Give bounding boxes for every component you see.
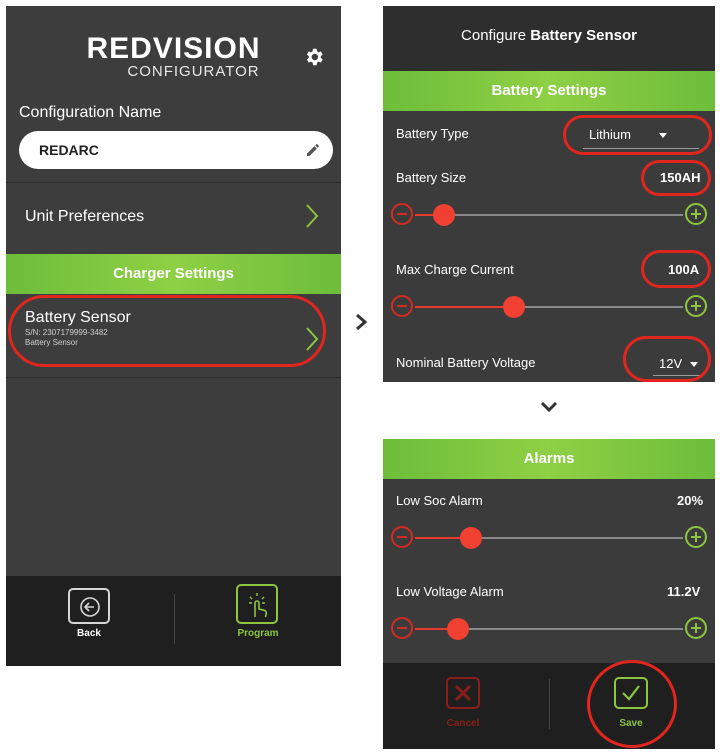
page-title: Configure Battery Sensor [383,6,715,72]
configuration-name-field[interactable]: REDARC [19,131,333,169]
highlight-oval [587,660,677,748]
cancel-button[interactable] [446,677,480,709]
minus-icon[interactable] [391,617,413,639]
minus-icon[interactable] [391,526,413,548]
program-button-label: Program [237,628,279,639]
unit-preferences-row[interactable]: Unit Preferences [6,193,341,241]
battery-type-label: Battery Type [396,126,469,141]
divider [549,679,550,729]
highlight-oval [641,250,711,288]
logo-sub-text: CONFIGURATOR [127,63,260,80]
minus-icon[interactable] [391,203,413,225]
unit-preferences-label: Unit Preferences [25,208,145,225]
battery-size-label: Battery Size [396,170,467,185]
highlight-oval [623,336,711,382]
configuration-name-value: REDARC [39,142,99,158]
low-voltage-slider[interactable] [391,617,707,641]
low-soc-slider[interactable] [391,526,707,550]
slider-fill [415,306,515,308]
cancel-button-label: Cancel [446,718,480,729]
configuration-name-label: Configuration Name [19,104,162,121]
back-button-label: Back [77,628,101,639]
pencil-icon[interactable] [305,142,321,158]
configurator-home-screen: REDVISION CONFIGURATOR Configuration Nam… [6,6,341,666]
low-voltage-label: Low Voltage Alarm [396,584,504,599]
page-title-prefix: Configure [461,27,531,44]
low-soc-label: Low Soc Alarm [396,493,483,508]
touch-hand-icon [249,593,268,618]
page-title-device: Battery Sensor [530,27,637,44]
plus-icon[interactable] [685,526,707,548]
divider [174,594,175,644]
plus-icon[interactable] [685,617,707,639]
slider-knob[interactable] [460,527,483,549]
bottom-action-bar: Cancel Save [383,660,715,749]
slider-track [415,214,683,216]
divider [6,377,341,378]
back-button[interactable] [68,588,110,624]
app-logo: REDVISION CONFIGURATOR [6,34,341,80]
slider-knob[interactable] [503,296,526,318]
bottom-action-bar: Back Program [6,576,341,666]
plus-icon[interactable] [685,203,707,225]
gear-icon[interactable] [303,46,325,68]
arrow-left-icon [80,597,100,617]
max-charge-slider[interactable] [391,295,707,319]
highlight-oval [8,295,326,367]
slider-knob[interactable] [433,204,456,226]
low-voltage-value: 11.2V [667,584,701,599]
battery-settings-header: Battery Settings [383,71,715,111]
battery-settings-screen: Configure Battery Sensor Battery Setting… [383,6,715,382]
nominal-voltage-label: Nominal Battery Voltage [396,355,536,370]
minus-icon[interactable] [391,295,413,317]
slider-knob[interactable] [446,618,469,640]
max-charge-label: Max Charge Current [396,262,514,277]
chevron-right-icon [306,204,319,228]
plus-icon[interactable] [685,295,707,317]
alarms-header: Alarms [383,439,715,479]
program-button[interactable] [236,584,278,624]
close-icon [454,684,472,702]
chevron-down-icon [540,401,558,413]
divider [6,182,341,183]
highlight-oval [641,160,711,196]
chevron-right-icon [356,313,368,331]
logo-main-text: REDVISION [86,32,261,65]
highlight-oval [563,115,712,155]
battery-size-slider[interactable] [391,203,707,227]
alarms-screen: Alarms Low Soc Alarm 20% Low Voltage Ala… [383,439,715,749]
low-soc-value: 20% [677,493,704,508]
charger-settings-header: Charger Settings [6,254,341,294]
